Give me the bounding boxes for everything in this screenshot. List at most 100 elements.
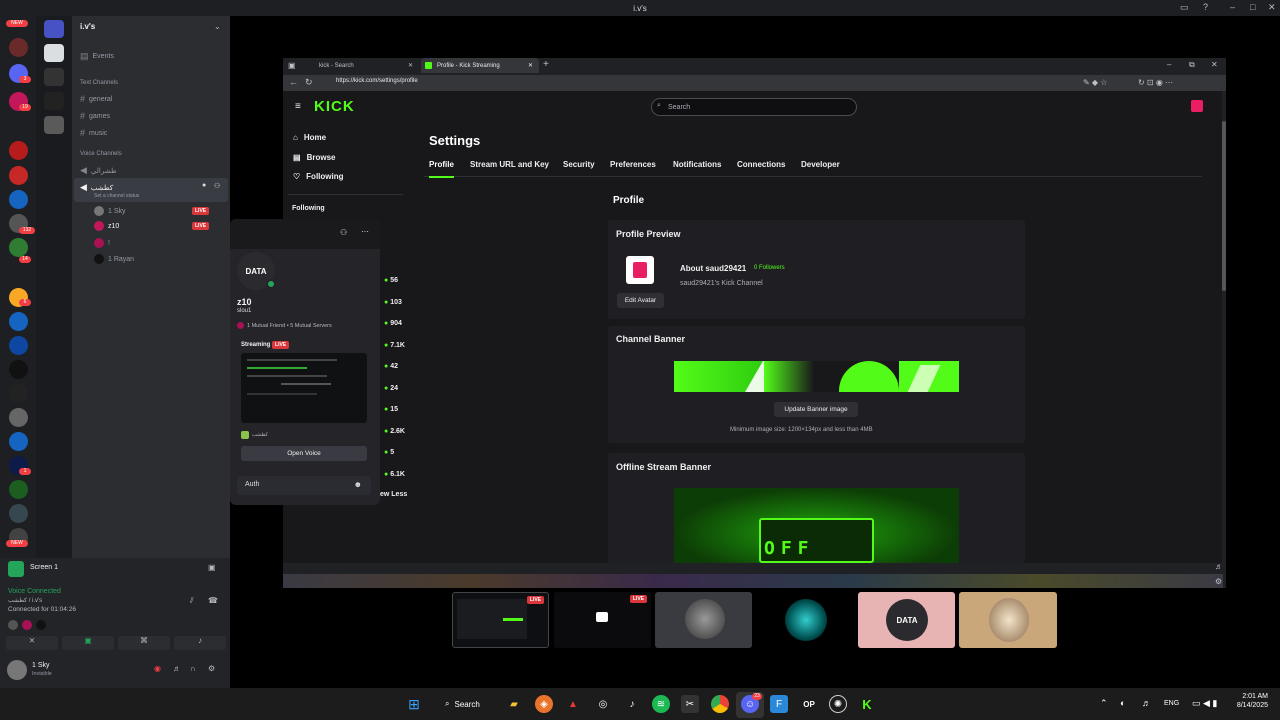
open-voice-button[interactable]: Open Voice [241,446,367,461]
tray-chevron-icon[interactable]: ⌃ [1100,698,1108,709]
disconnect-icon[interactable]: ☎ [208,596,218,605]
app-icon[interactable]: ▲ [564,695,582,713]
avatar[interactable] [22,620,32,630]
voice-channel[interactable]: ◀ طشرالي [80,165,117,176]
app-icon[interactable]: ◈ [535,695,553,713]
soundboard-button[interactable]: ♪ [174,636,226,650]
server-icon[interactable] [9,38,28,57]
server-icon[interactable] [9,238,28,257]
tab-security[interactable]: Security [563,160,595,169]
server-icon[interactable] [9,504,28,523]
events-item[interactable]: ▤ Events [80,51,114,62]
voice-channel-path[interactable]: كطشب / i.v's [8,597,42,604]
taskbar-search[interactable]: ⌕ Search [437,694,497,714]
spotify-icon[interactable]: ≋ [652,695,670,713]
minimize-icon[interactable]: – [1167,60,1171,69]
mute-icon[interactable]: ◉ [154,664,161,673]
tab-preferences[interactable]: Preferences [610,160,656,169]
tab-connections[interactable]: Connections [737,160,785,169]
inbox-icon[interactable]: ▭ [1180,2,1189,13]
capcut-icon[interactable]: ✂ [681,695,699,713]
tab-profile[interactable]: Profile - Kick Streaming ✕ [421,58,539,73]
server-icon[interactable] [9,384,28,403]
thumbnail-user-1[interactable] [655,592,752,648]
chat-icon[interactable]: ● [202,182,206,189]
server-icon[interactable] [9,312,28,331]
help-icon[interactable]: ? [1203,2,1208,12]
nav-browse[interactable]: ▤ Browse [293,153,335,162]
kick-icon[interactable]: K [858,695,876,713]
tab-stream-key[interactable]: Stream URL and Key [470,160,549,169]
language-indicator[interactable]: ENG [1164,700,1179,707]
message-input[interactable]: Auth ☻ [237,476,371,495]
network-icon[interactable]: ▭ ◀ ▮ [1192,698,1217,709]
kick-logo[interactable]: KICK [314,98,355,115]
server-icon[interactable] [44,20,64,38]
voice-user[interactable]: z10 LIVE [94,221,210,231]
reload-icon[interactable]: ↻ [305,77,313,88]
server-icon[interactable] [9,480,28,499]
toolbar-icons[interactable]: ↻ ⊡ ◉ ⋯ [1138,78,1173,87]
search-input[interactable]: ⌕ Search [651,98,857,116]
mutuals-link[interactable]: 1 Mutual Friend • 5 Mutual Servers [237,322,332,329]
nav-following[interactable]: ♡ Following [293,172,344,181]
channel-music[interactable]: # music [80,128,107,138]
server-icon[interactable] [44,116,64,134]
channel-games[interactable]: # games [80,111,110,121]
avatar[interactable] [36,620,46,630]
clock[interactable]: 2:01 AM 8/14/2025 [1230,693,1268,709]
more-icon[interactable]: ⋯ [361,227,369,236]
update-banner-button[interactable]: Update Banner image [774,402,858,417]
tiktok-icon[interactable]: ♪ [623,695,641,713]
server-icon[interactable] [9,190,28,209]
voice-channels-category[interactable]: Voice Channels [80,151,122,157]
file-explorer-icon[interactable]: ▰ [505,695,523,713]
tab-developer[interactable]: Developer [801,160,840,169]
activities-button[interactable]: ⌘ [118,636,170,650]
thumbnail-stream-2[interactable]: LIVE [554,592,651,648]
popout-icon[interactable]: ▣ [208,563,216,572]
chatgpt-icon[interactable]: ✺ [829,695,847,713]
url-field[interactable]: https://kick.com/settings/profile [336,78,418,84]
ghost-server-icon[interactable] [44,44,64,62]
server-name[interactable]: i.v's [80,22,95,31]
app-icon[interactable]: F [770,695,788,713]
tab-actions-icon[interactable]: ▣ [288,61,296,70]
tray-app-icon[interactable]: ◐ [1120,698,1125,708]
server-icon[interactable] [44,68,64,86]
tab-profile-settings[interactable]: Profile [429,160,454,169]
thumbnail-stream-1[interactable]: LIVE [452,592,549,648]
add-user-icon[interactable]: ⚇ [214,182,220,190]
tab-kick-search[interactable]: kick - Search ✕ [305,58,419,73]
voice-channel-active[interactable]: ◀ كطشب [80,182,113,193]
settings-icon[interactable]: ⚙ [1215,577,1222,586]
voice-user[interactable]: ! [94,238,110,248]
maximize-icon[interactable]: □ [1250,2,1255,12]
share-screen-button[interactable]: ▣ [62,636,114,650]
app-icon[interactable]: OP [800,695,818,713]
microphone-icon[interactable]: ♬ [173,664,181,673]
channel-general[interactable]: # general [80,94,112,104]
scrollbar[interactable] [1222,91,1226,563]
server-icon[interactable] [9,141,28,160]
gear-icon[interactable]: ⚙ [208,664,215,673]
close-tab-icon[interactable]: ✕ [528,62,533,69]
server-icon[interactable] [44,92,64,110]
chrome-icon[interactable] [711,695,729,713]
server-icon[interactable] [9,408,28,427]
headphones-icon[interactable]: ∩ [190,664,196,673]
menu-icon[interactable]: ≡ [295,101,301,112]
thumbnail-user-4[interactable] [959,592,1057,648]
edit-avatar-button[interactable]: Edit Avatar [617,293,664,308]
avatar[interactable] [8,620,18,630]
server-icon[interactable] [9,360,28,379]
extension-icon[interactable]: ✎ ◆ ☆ [1083,78,1107,87]
restore-icon[interactable]: ⧉ [1189,60,1195,70]
close-icon[interactable]: ✕ [1211,60,1218,69]
close-icon[interactable]: ✕ [1268,2,1276,13]
avatar[interactable] [7,660,27,680]
add-friend-icon[interactable]: ⚇ [340,228,347,237]
noise-suppression-icon[interactable]: ⫽ [190,596,194,606]
server-icon[interactable] [9,166,28,185]
minimize-icon[interactable]: – [1230,2,1235,12]
